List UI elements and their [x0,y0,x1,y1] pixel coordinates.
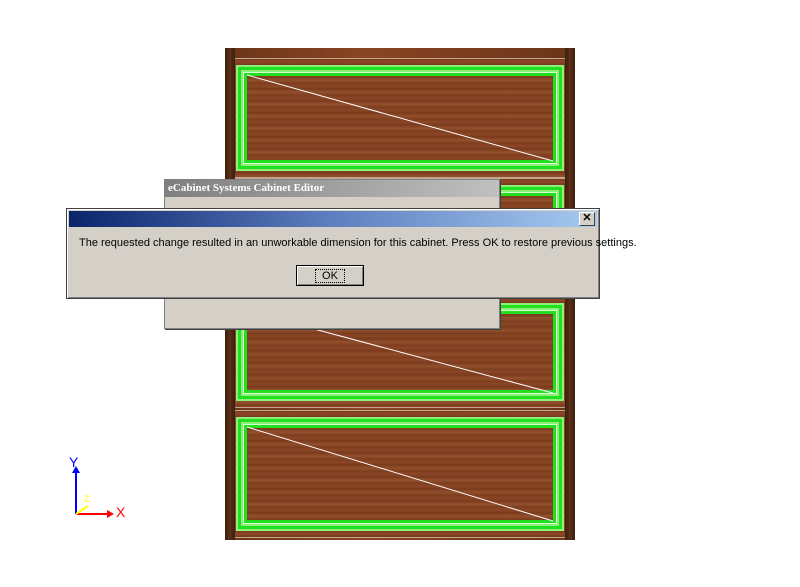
drawer-diagonal [246,426,554,522]
cabinet-editor-title: eCabinet Systems Cabinet Editor [165,180,499,197]
ok-button[interactable]: OK [296,265,364,286]
drawer-front-4[interactable] [235,410,565,538]
dialog-message: The requested change resulted in an unwo… [79,237,637,249]
error-dialog: ✕ The requested change resulted in an un… [66,208,637,299]
x-axis-label: X [116,504,126,520]
z-axis-label: Z [84,494,90,504]
ok-button-label: OK [315,269,345,283]
y-axis-label: Y [69,454,79,470]
drawer-diagonal [246,74,554,162]
axis-triad: Y X Z [66,454,136,526]
drawer-front-1[interactable] [235,58,565,178]
dialog-titlebar[interactable]: ✕ [69,211,597,227]
close-icon[interactable]: ✕ [579,212,595,226]
